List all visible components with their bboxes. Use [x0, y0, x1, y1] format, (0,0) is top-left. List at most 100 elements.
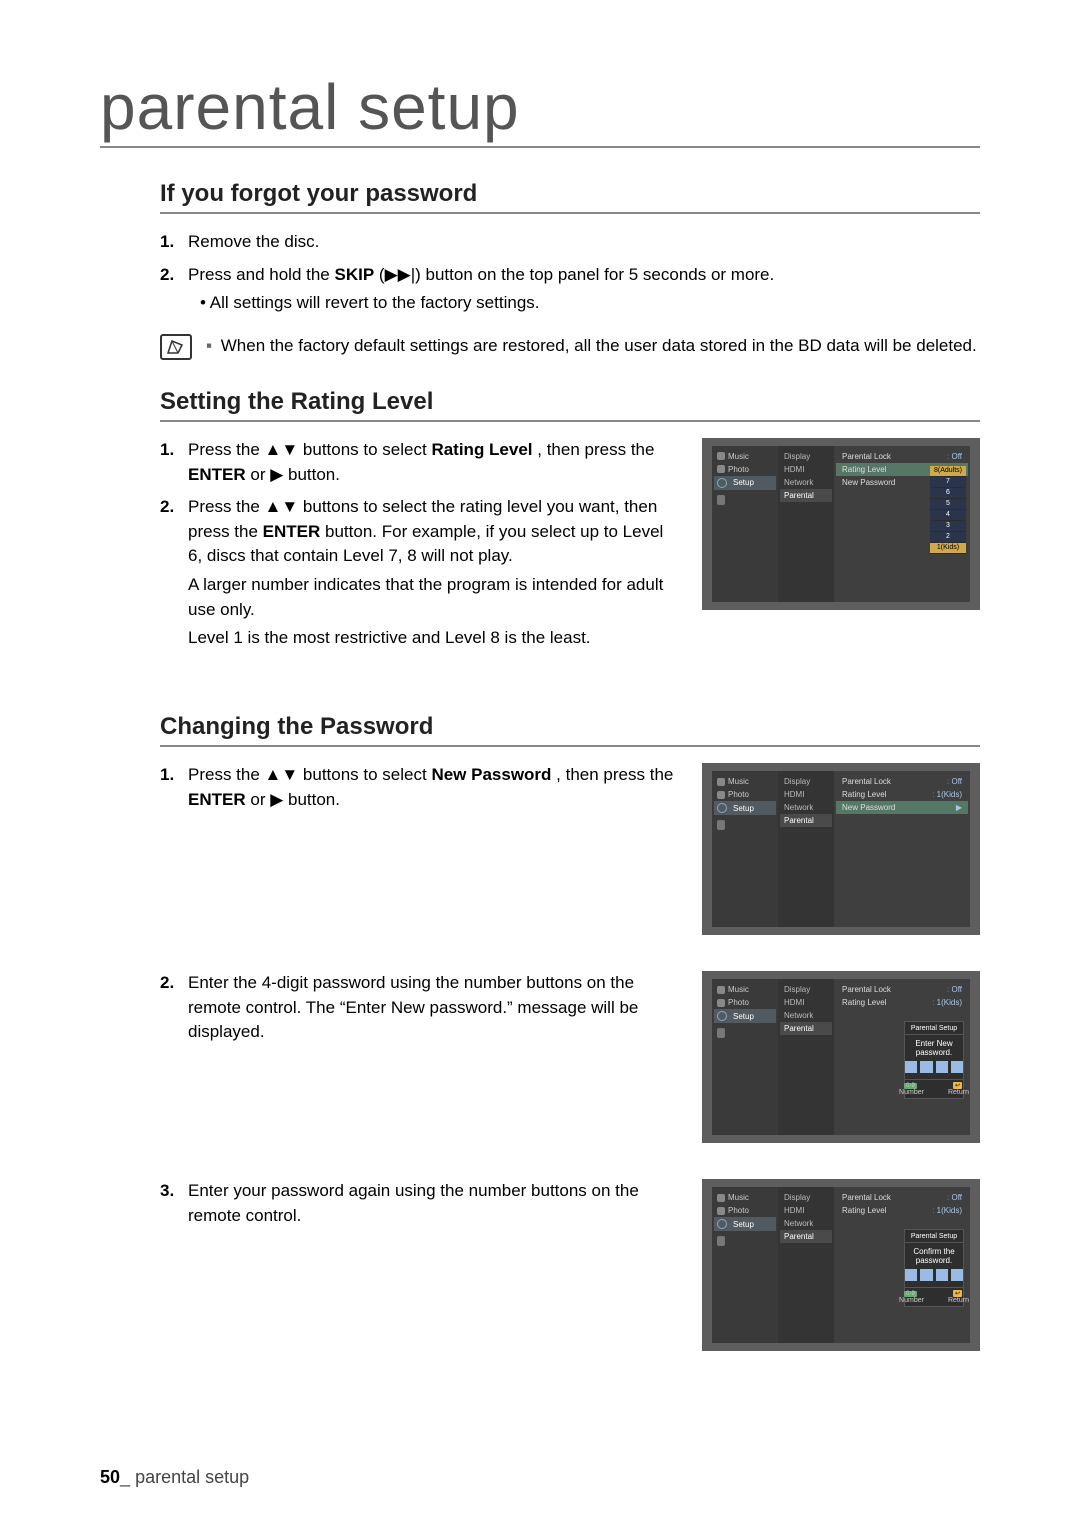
- step-number: 2.: [160, 263, 188, 288]
- t: Parental: [780, 814, 832, 827]
- step-2: 2. Enter the 4-digit password using the …: [160, 971, 682, 1045]
- t: Network: [780, 476, 832, 489]
- step-number: 1.: [160, 438, 188, 463]
- t: HDMI: [780, 788, 832, 801]
- t: Rating Level: [842, 998, 886, 1007]
- t: Parental Setup: [905, 1233, 963, 1243]
- t: Parental Lock: [842, 452, 891, 461]
- step-number: 3.: [160, 1179, 188, 1204]
- photo-icon: [717, 999, 725, 1007]
- t: , then press the: [556, 765, 673, 784]
- note-row: When the factory default settings are re…: [160, 334, 980, 360]
- t: Display: [780, 775, 832, 788]
- t: Number: [899, 1089, 924, 1096]
- t: HDMI: [780, 1204, 832, 1217]
- music-icon: [717, 778, 725, 786]
- t: Setup: [733, 1220, 754, 1229]
- gear-icon: [717, 478, 727, 488]
- t: Setup: [733, 804, 754, 813]
- t: Music: [728, 452, 749, 461]
- t: 1(Kids): [932, 998, 962, 1007]
- t: Parental Lock: [842, 1193, 891, 1202]
- t: Enter New password.: [905, 1039, 963, 1057]
- step-1: 1. Remove the disc.: [160, 230, 980, 255]
- photo-icon: [717, 1207, 725, 1215]
- t: New Password: [431, 765, 551, 784]
- photo-icon: [717, 791, 725, 799]
- newpass-screenshot: Music Photo Setup Display HDMI Network P…: [702, 763, 980, 935]
- step-3: 3. Enter your password again using the n…: [160, 1179, 682, 1228]
- t: 3: [930, 521, 966, 531]
- t: Setup: [733, 1012, 754, 1021]
- confirmpass-screenshot: Music Photo Setup Display HDMI Network P…: [702, 1179, 980, 1351]
- t: Level 1 is the most restrictive and Leve…: [188, 626, 682, 651]
- step-number: 1.: [160, 763, 188, 788]
- t: Press the ▲▼ buttons to select: [188, 765, 431, 784]
- lock-icon: [717, 1028, 725, 1038]
- t: Return: [948, 1297, 969, 1304]
- step-1: 1. Press the ▲▼ buttons to select Rating…: [160, 438, 682, 487]
- t: Parental Lock: [842, 985, 891, 994]
- t: Rating Level: [431, 440, 532, 459]
- t: Network: [780, 1217, 832, 1230]
- step-number: 2.: [160, 495, 188, 520]
- t: Parental: [780, 1022, 832, 1035]
- t: Photo: [728, 465, 749, 474]
- page-number: 50: [100, 1467, 120, 1487]
- password-dialog: Parental Setup Enter New password. 0-9Nu…: [904, 1021, 964, 1099]
- t: Press the ▲▼ buttons to select: [188, 440, 431, 459]
- gear-icon: [717, 803, 727, 813]
- lock-icon: [717, 820, 725, 830]
- step-text: Remove the disc.: [188, 230, 980, 255]
- rating-steps: 1. Press the ▲▼ buttons to select Rating…: [160, 438, 682, 659]
- t: Network: [780, 801, 832, 814]
- t: Rating Level: [842, 465, 886, 474]
- t: New Password: [842, 803, 895, 812]
- t: or ▶ button.: [250, 790, 340, 809]
- music-icon: [717, 452, 725, 460]
- t: 4: [930, 510, 966, 520]
- t: Number: [899, 1297, 924, 1304]
- t: Parental Setup: [905, 1025, 963, 1035]
- password-dialog: Parental Setup Confirm the password. 0-9…: [904, 1229, 964, 1307]
- t: 1(Kids): [932, 1206, 962, 1215]
- photo-icon: [717, 465, 725, 473]
- t: Confirm the password.: [905, 1247, 963, 1265]
- return-badge-icon: ↩: [953, 1290, 962, 1297]
- enterpass-screenshot: Music Photo Setup Display HDMI Network P…: [702, 971, 980, 1143]
- lock-icon: [717, 495, 725, 505]
- t: Music: [728, 1193, 749, 1202]
- footer-label: parental setup: [135, 1467, 249, 1487]
- step-text: Press the ▲▼ buttons to select New Passw…: [188, 763, 682, 812]
- step-1: 1. Press the ▲▼ buttons to select New Pa…: [160, 763, 682, 812]
- t: Press and hold the: [188, 265, 334, 284]
- t: or ▶ button.: [250, 465, 340, 484]
- t: 8(Adults): [930, 466, 966, 476]
- forgot-steps: 1. Remove the disc. 2. Press and hold th…: [160, 230, 980, 316]
- t: Rating Level: [842, 1206, 886, 1215]
- gear-icon: [717, 1011, 727, 1021]
- t: Setup: [733, 478, 754, 487]
- return-badge-icon: ↩: [953, 1082, 962, 1089]
- t: _: [120, 1467, 130, 1487]
- step-text: Enter the 4-digit password using the num…: [188, 971, 682, 1045]
- t: A larger number indicates that the progr…: [188, 573, 682, 622]
- t: Network: [780, 1009, 832, 1022]
- t: 7: [930, 477, 966, 487]
- t: 1(Kids): [932, 790, 962, 799]
- t: Parental: [780, 1230, 832, 1243]
- page-footer: 50_ parental setup: [100, 1467, 249, 1488]
- section-forgot-title: If you forgot your password: [160, 180, 980, 214]
- t: Music: [728, 985, 749, 994]
- t: Display: [780, 983, 832, 996]
- note-text: When the factory default settings are re…: [206, 334, 977, 358]
- t: Display: [780, 1191, 832, 1204]
- t: Parental Lock: [842, 777, 891, 786]
- step-text: Press the ▲▼ buttons to select the ratin…: [188, 495, 682, 651]
- t: button on the top panel for 5 seconds or…: [426, 265, 775, 284]
- step-text: Press and hold the SKIP (▶▶|) button on …: [188, 263, 980, 316]
- section-change-title: Changing the Password: [160, 713, 980, 747]
- t: , then press the: [537, 440, 654, 459]
- step-text: Enter your password again using the numb…: [188, 1179, 682, 1228]
- rating-dropdown: 8(Adults) 7 6 5 4 3 2 1(Kids): [930, 466, 966, 554]
